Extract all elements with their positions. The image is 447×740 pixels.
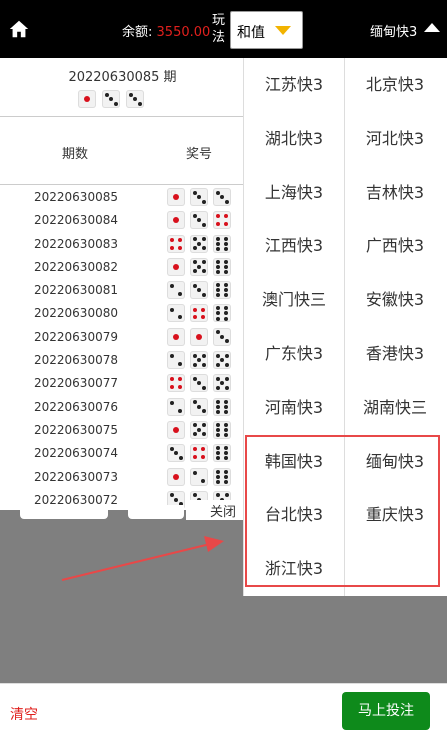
bet-button[interactable]: 马上投注 xyxy=(342,692,430,730)
clear-button[interactable]: 清空 xyxy=(10,704,38,724)
bottom-bar: 清空 马上投注 xyxy=(0,683,447,740)
annotation-arrow xyxy=(61,536,224,581)
